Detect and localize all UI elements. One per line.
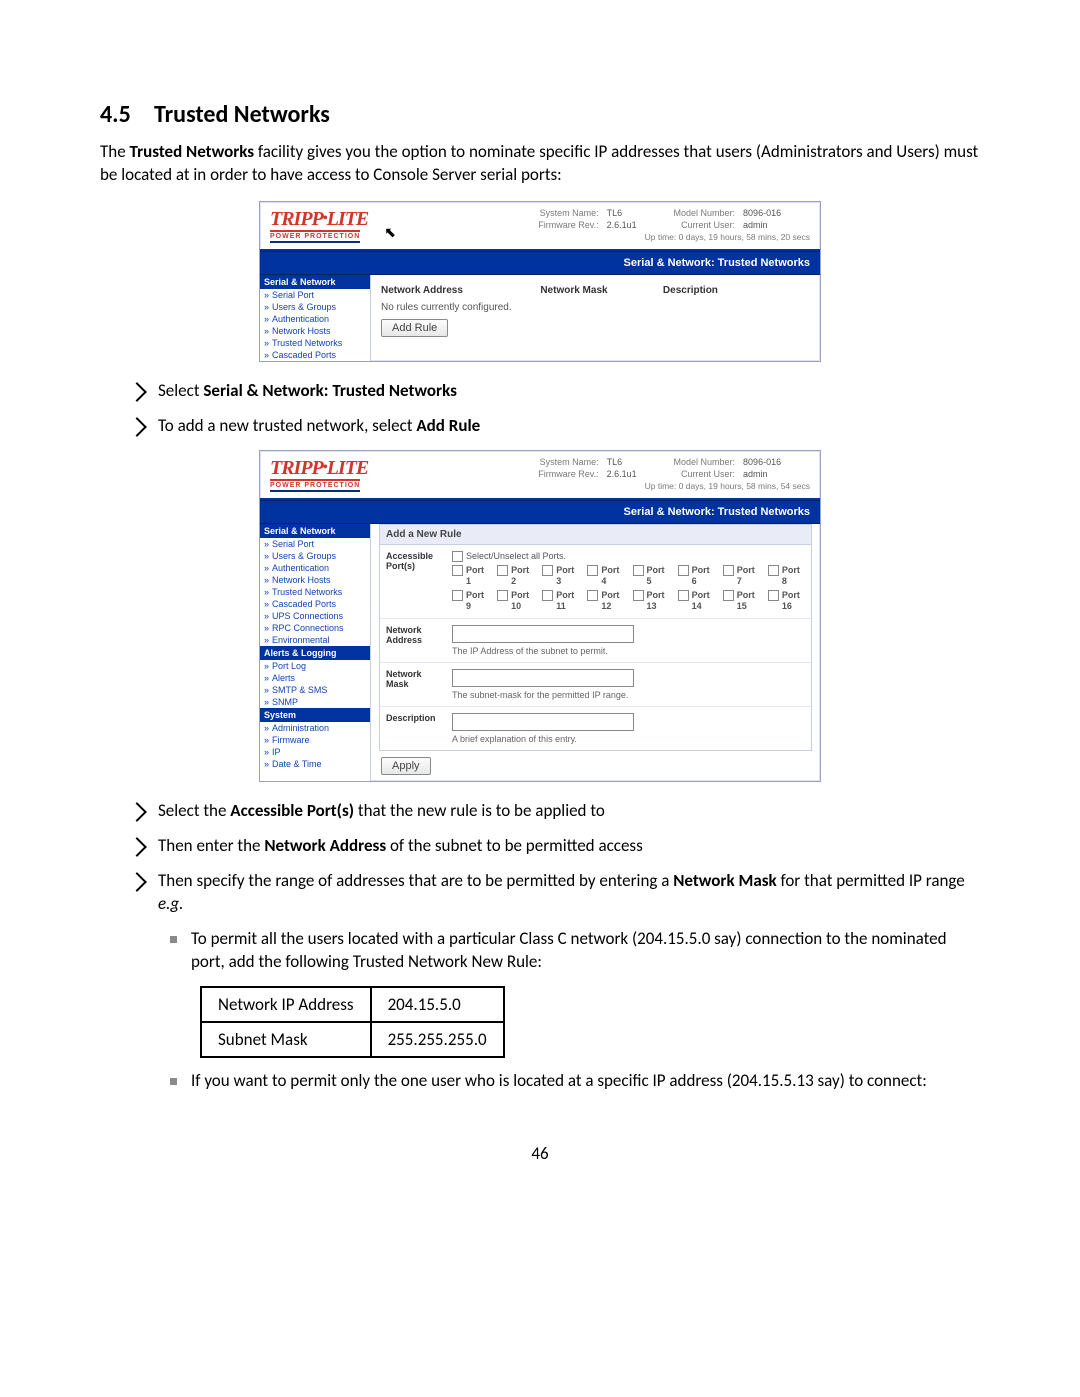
- arrow-icon: [127, 837, 147, 857]
- system-info: System Name:TL6 Model Number:8096-016 Fi…: [392, 457, 810, 491]
- network-address-input[interactable]: [452, 625, 634, 643]
- sidebar-item[interactable]: »Port Log: [260, 660, 370, 672]
- port-checkbox[interactable]: Port 7: [723, 565, 760, 587]
- network-mask-input[interactable]: [452, 669, 634, 687]
- intro-paragraph: The Trusted Networks facility gives you …: [100, 141, 980, 187]
- sidebar: Serial & Network »Serial Port»Users & Gr…: [260, 275, 370, 361]
- step-item: Select the Accessible Port(s) that the n…: [130, 800, 980, 823]
- page-number: 46: [100, 1143, 980, 1164]
- arrow-icon: [127, 417, 147, 437]
- sidebar-item[interactable]: »Administration: [260, 722, 370, 734]
- port-checkbox[interactable]: Port 13: [633, 590, 670, 612]
- brand-logo: TRIPP•LITE POWER PROTECTION: [270, 208, 368, 243]
- cursor-icon: ⬉: [384, 224, 396, 241]
- section-title: Trusted Networks: [154, 100, 330, 129]
- table-header: Network Address Network Mask Description: [379, 281, 812, 300]
- sub-step-item: To permit all the users located with a p…: [170, 928, 980, 974]
- step-item: Then enter the Network Address of the su…: [130, 835, 980, 858]
- sidebar-item[interactable]: »Cascaded Ports: [260, 598, 370, 610]
- bullet-icon: [170, 1078, 177, 1085]
- sidebar-item[interactable]: »Users & Groups: [260, 301, 370, 313]
- port-checkbox[interactable]: Port 4: [587, 565, 624, 587]
- port-checkbox[interactable]: Port 3: [542, 565, 579, 587]
- sidebar-item[interactable]: »Trusted Networks: [260, 586, 370, 598]
- sidebar-item[interactable]: »Authentication: [260, 562, 370, 574]
- sidebar-item[interactable]: »RPC Connections: [260, 622, 370, 634]
- arrow-icon: [127, 802, 147, 822]
- brand-logo: TRIPP•LITE POWER PROTECTION: [270, 457, 368, 492]
- arrow-icon: [127, 872, 147, 892]
- sidebar: Serial & Network »Serial Port»Users & Gr…: [260, 524, 370, 781]
- document-page: 4.5Trusted Networks The Trusted Networks…: [0, 0, 1080, 1194]
- panel-title: Add a New Rule: [380, 525, 811, 545]
- select-all-checkbox[interactable]: Select/Unselect all Ports.: [452, 551, 805, 562]
- sidebar-item[interactable]: »Network Hosts: [260, 325, 370, 337]
- sidebar-item[interactable]: »IP: [260, 746, 370, 758]
- sidebar-item[interactable]: »Users & Groups: [260, 550, 370, 562]
- embedded-screenshot-2: TRIPP•LITE POWER PROTECTION System Name:…: [259, 450, 821, 782]
- sidebar-item[interactable]: »Authentication: [260, 313, 370, 325]
- port-checkbox[interactable]: Port 5: [633, 565, 670, 587]
- port-checkbox[interactable]: Port 1: [452, 565, 489, 587]
- page-title-bar: Serial & Network: Trusted Networks: [260, 251, 820, 275]
- system-info: System Name:TL6 Model Number:8096-016 Fi…: [404, 208, 810, 242]
- sidebar-item[interactable]: »Date & Time: [260, 758, 370, 770]
- sidebar-item[interactable]: »Serial Port: [260, 289, 370, 301]
- port-checkbox[interactable]: Port 14: [678, 590, 715, 612]
- sidebar-item[interactable]: »UPS Connections: [260, 610, 370, 622]
- sidebar-item[interactable]: »SMTP & SMS: [260, 684, 370, 696]
- empty-state: No rules currently configured.: [381, 302, 812, 313]
- example-table: Network IP Address204.15.5.0 Subnet Mask…: [200, 986, 505, 1058]
- step-item: Then specify the range of addresses that…: [130, 870, 980, 916]
- step-item: To add a new trusted network, select Add…: [130, 415, 980, 438]
- arrow-icon: [127, 382, 147, 402]
- sidebar-item[interactable]: »Trusted Networks: [260, 337, 370, 349]
- port-checkbox[interactable]: Port 10: [497, 590, 534, 612]
- section-heading: 4.5Trusted Networks: [100, 100, 980, 129]
- description-input[interactable]: [452, 713, 634, 731]
- add-rule-button[interactable]: Add Rule: [381, 319, 448, 337]
- apply-button[interactable]: Apply: [381, 757, 431, 775]
- port-checkbox[interactable]: Port 12: [587, 590, 624, 612]
- sidebar-item[interactable]: »Serial Port: [260, 538, 370, 550]
- sidebar-item[interactable]: »Cascaded Ports: [260, 349, 370, 361]
- port-checkbox[interactable]: Port 2: [497, 565, 534, 587]
- sidebar-item[interactable]: »Environmental: [260, 634, 370, 646]
- sub-step-item: If you want to permit only the one user …: [170, 1070, 980, 1093]
- sidebar-item[interactable]: »SNMP: [260, 696, 370, 708]
- sidebar-item[interactable]: »Alerts: [260, 672, 370, 684]
- port-checkbox[interactable]: Port 16: [768, 590, 805, 612]
- step-item: Select Serial & Network: Trusted Network…: [130, 380, 980, 403]
- embedded-screenshot-1: TRIPP•LITE POWER PROTECTION ⬉ System Nam…: [259, 201, 821, 362]
- page-title-bar: Serial & Network: Trusted Networks: [260, 500, 820, 524]
- bullet-icon: [170, 936, 177, 943]
- section-number: 4.5: [100, 100, 154, 129]
- sidebar-item[interactable]: »Network Hosts: [260, 574, 370, 586]
- port-checkbox[interactable]: Port 8: [768, 565, 805, 587]
- port-checkbox[interactable]: Port 6: [678, 565, 715, 587]
- port-checkbox[interactable]: Port 15: [723, 590, 760, 612]
- port-checkbox[interactable]: Port 9: [452, 590, 489, 612]
- sidebar-item[interactable]: »Firmware: [260, 734, 370, 746]
- port-checkbox[interactable]: Port 11: [542, 590, 579, 612]
